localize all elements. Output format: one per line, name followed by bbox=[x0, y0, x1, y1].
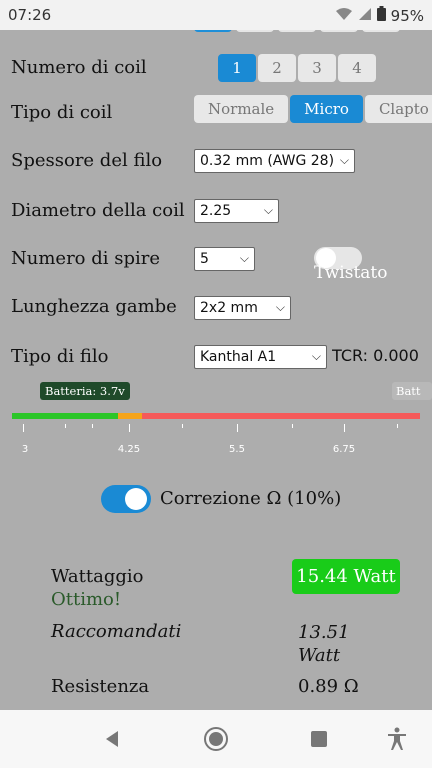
signal-icon bbox=[358, 7, 372, 25]
leg-length-label: Lunghezza gambe bbox=[11, 296, 177, 317]
back-icon[interactable] bbox=[99, 726, 125, 752]
coil-diameter-select[interactable]: 2.25 ⌵ bbox=[194, 199, 279, 223]
tick-label: 5.5 bbox=[229, 444, 245, 455]
wire-thickness-label: Spessore del filo bbox=[11, 150, 163, 171]
battery-percent: 95% bbox=[390, 6, 424, 25]
coil-count-group: 1 2 3 4 bbox=[218, 54, 376, 82]
status-bar: 07:26 95% bbox=[0, 0, 432, 30]
wire-type-select[interactable]: Kanthal A1 ⌵ bbox=[194, 345, 327, 369]
recommended-label: Raccomandati bbox=[51, 621, 182, 642]
coil-type-normale[interactable]: Normale bbox=[194, 95, 289, 123]
top-tabs-partial[interactable] bbox=[194, 30, 400, 32]
coil-count-option-4[interactable]: 4 bbox=[338, 54, 376, 82]
wire-type-value: Kanthal A1 bbox=[200, 349, 277, 365]
slider-ticks bbox=[12, 424, 420, 444]
accessibility-icon[interactable] bbox=[384, 726, 410, 752]
battery-tag-right: Batt bbox=[392, 382, 432, 400]
wattage-label: Wattaggio bbox=[51, 566, 144, 587]
bar-green-segment bbox=[12, 413, 118, 419]
android-nav-bar bbox=[0, 710, 432, 768]
bar-orange-segment bbox=[118, 413, 142, 419]
correction-label: Correzione Ω (10%) bbox=[160, 488, 342, 509]
home-icon[interactable] bbox=[203, 726, 229, 752]
status-icons: 95% bbox=[335, 6, 424, 25]
wire-thickness-value: 0.32 mm (AWG 28) bbox=[200, 153, 335, 169]
wire-type-label: Tipo di filo bbox=[11, 346, 109, 367]
recommended-value: 13.51 Watt bbox=[298, 621, 350, 667]
leg-length-select[interactable]: 2x2 mm ⌵ bbox=[194, 296, 291, 320]
battery-icon bbox=[376, 6, 386, 25]
tcr-value: TCR: 0.000 bbox=[332, 346, 419, 365]
tcr-viewport: TCR: 0.000 bbox=[332, 346, 420, 370]
status-time: 07:26 bbox=[8, 6, 52, 24]
chevron-down-icon: ⌵ bbox=[263, 203, 273, 217]
correction-toggle[interactable] bbox=[101, 485, 151, 513]
turns-label: Numero di spire bbox=[11, 248, 161, 269]
tick-label: 6.75 bbox=[332, 444, 356, 455]
coil-type-viewport: Normale Micro Clapto bbox=[194, 95, 432, 125]
battery-voltage-tag[interactable]: Batteria: 3.7v bbox=[40, 382, 130, 400]
recommended-number: 13.51 bbox=[298, 622, 350, 643]
calculator-content: Numero di coil 1 2 3 4 Tipo di coil Norm… bbox=[0, 30, 432, 710]
wattage-status: Ottimo! bbox=[51, 589, 122, 610]
resistance-value: 0.89 Ω bbox=[298, 676, 359, 697]
coil-diameter-label: Diametro della coil bbox=[11, 200, 185, 221]
tick-label: 3 bbox=[21, 444, 29, 455]
chevron-down-icon: ⌵ bbox=[311, 349, 321, 363]
coil-type-group: Normale Micro Clapto bbox=[194, 95, 432, 123]
coil-count-option-2[interactable]: 2 bbox=[258, 54, 296, 82]
coil-count-option-1[interactable]: 1 bbox=[218, 54, 256, 82]
chevron-down-icon: ⌵ bbox=[339, 153, 349, 167]
coil-diameter-value: 2.25 bbox=[200, 203, 232, 219]
coil-type-micro[interactable]: Micro bbox=[290, 95, 363, 123]
recents-icon[interactable] bbox=[306, 726, 332, 752]
wire-thickness-select[interactable]: 0.32 mm (AWG 28) ⌵ bbox=[194, 149, 355, 173]
coil-count-label: Numero di coil bbox=[11, 57, 147, 78]
tick-label: 4.25 bbox=[117, 444, 141, 455]
turns-value: 5 bbox=[200, 251, 209, 267]
battery-range-bar[interactable] bbox=[12, 413, 420, 419]
coil-type-clapton[interactable]: Clapto bbox=[364, 95, 432, 123]
chevron-down-icon: ⌵ bbox=[275, 300, 285, 314]
bar-red-segment bbox=[142, 413, 420, 419]
leg-length-value: 2x2 mm bbox=[200, 300, 258, 316]
recommended-unit: Watt bbox=[298, 645, 341, 666]
coil-count-option-3[interactable]: 3 bbox=[298, 54, 336, 82]
wattage-value-badge: 15.44 Watt bbox=[292, 559, 400, 594]
chevron-down-icon: ⌵ bbox=[239, 251, 249, 265]
turns-select[interactable]: 5 ⌵ bbox=[194, 247, 255, 271]
wifi-icon bbox=[335, 7, 353, 25]
resistance-label: Resistenza bbox=[51, 676, 150, 697]
coil-type-label: Tipo di coil bbox=[11, 102, 113, 123]
twisted-label: Twistato bbox=[314, 263, 388, 283]
